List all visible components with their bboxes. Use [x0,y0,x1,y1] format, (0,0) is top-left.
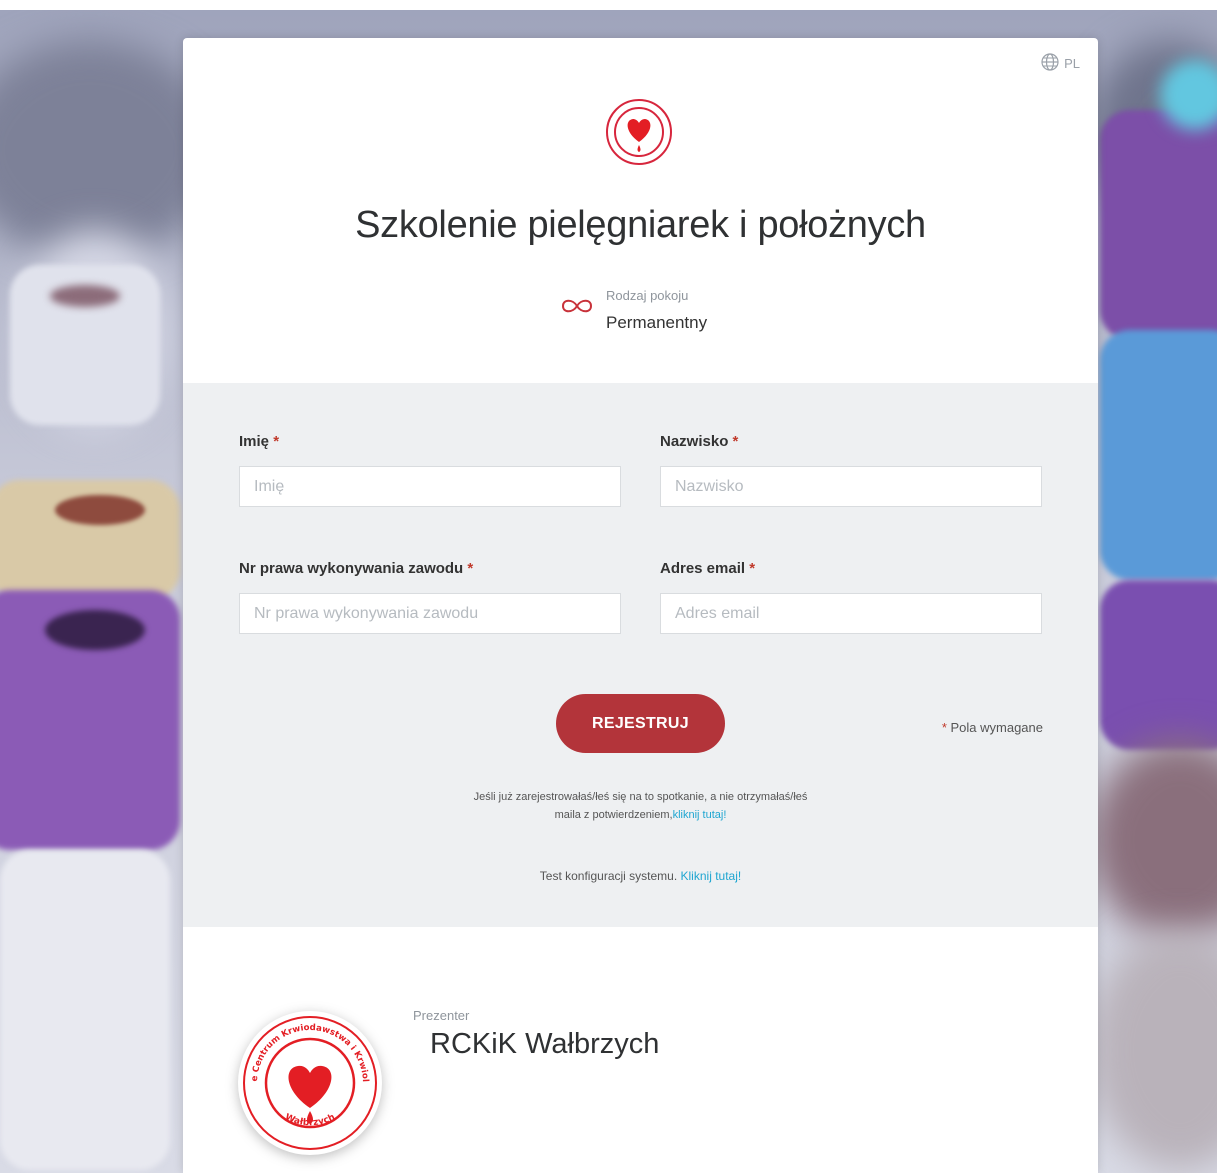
top-strip [0,0,1217,10]
language-code: PL [1064,56,1080,71]
email-label: Adres email * [660,560,756,577]
resend-confirmation-link[interactable]: kliknij tutaj! [673,809,727,821]
presenter-name: RCKiK Wałbrzych [430,1028,660,1060]
email-input[interactable] [660,593,1042,634]
room-type-value: Permanentny [606,313,708,332]
license-number-field: Nr prawa wykonywania zawodu * [239,560,621,634]
presenter-logo: Regionalne Centrum Krwiodawstwa i Krwiol… [231,1001,385,1158]
last-name-label: Nazwisko * [660,433,739,450]
room-type-label: Rodzaj pokoju [606,288,689,303]
first-name-input[interactable] [239,466,621,507]
globe-icon [1040,52,1060,75]
email-field: Adres email * [660,560,1042,634]
rckik-logo-icon [605,98,673,166]
license-number-label: Nr prawa wykonywania zawodu * [239,560,474,577]
language-switcher[interactable]: PL [1040,52,1080,75]
last-name-field: Nazwisko * [660,433,1042,507]
room-type: Rodzaj pokoju Permanentny [558,288,707,333]
meeting-title: Szkolenie pielęgniarek i położnych [355,204,926,246]
first-name-label: Imię * [239,433,280,450]
system-test-line: Test konfiguracji systemu. Kliknij tutaj… [539,869,742,883]
infinity-icon [558,296,596,321]
license-number-input[interactable] [239,593,621,634]
register-button[interactable]: REJESTRUJ [556,694,725,753]
presenter-label: Prezenter [413,1008,470,1023]
already-registered-info: Jeśli już zarejestrowałaś/łeś się na to … [473,791,808,821]
required-fields-note: * Pola wymagane [941,720,1043,735]
registration-form: Imię * Nazwisko * Nr prawa wykonywania z… [183,383,1098,927]
last-name-input[interactable] [660,466,1042,507]
first-name-field: Imię * [239,433,621,507]
system-test-link[interactable]: Kliknij tutaj! [681,869,742,883]
registration-card: PL Szkolenie pielęgniarek i położnych Ro… [183,38,1098,1173]
